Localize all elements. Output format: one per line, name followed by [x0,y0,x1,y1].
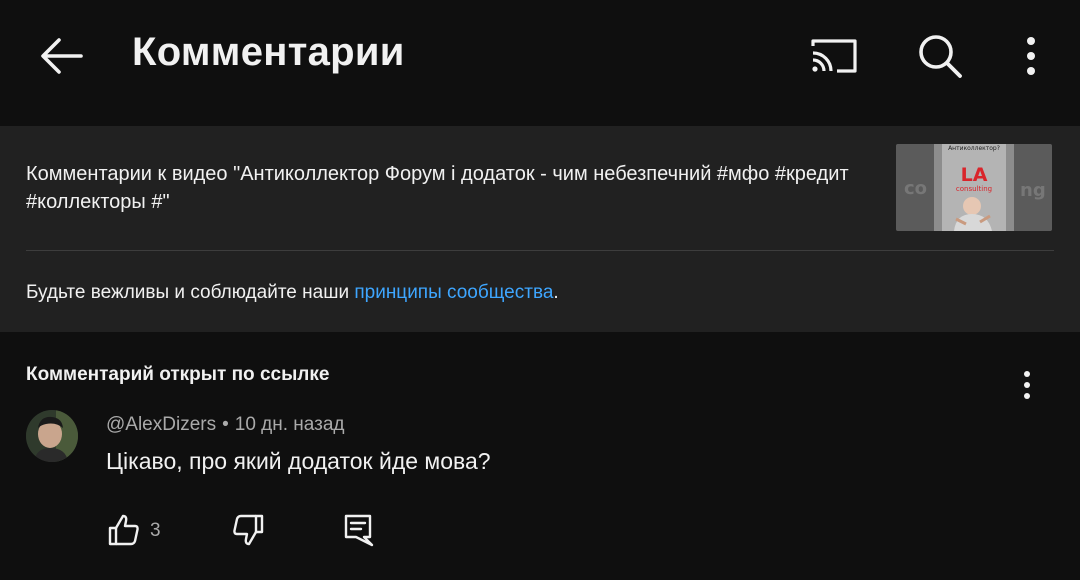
video-caption: Комментарии к видео "Антиколлектор Форум… [26,163,849,213]
thumbnail-image: Антиколлектор? LA consulting co ng [896,144,1052,231]
more-vert-icon [1027,37,1035,75]
top-app-bar: Комментарии [0,0,1080,126]
guidelines-suffix: . [553,282,559,303]
search-icon [919,35,962,78]
svg-text:ng: ng [1020,180,1046,201]
divider [26,250,1054,251]
more-vert-icon [1024,371,1030,399]
arrow-left-icon [41,38,83,74]
svg-text:co: co [904,178,927,199]
meta-separator: • [222,414,229,435]
community-guidelines-text: Будьте вежливы и соблюдайте наши принцип… [26,282,559,304]
reply-button[interactable] [338,510,378,550]
cast-icon [811,39,857,73]
thumbnail-sub-text: consulting [956,185,992,193]
cast-button[interactable] [802,28,866,84]
comment-time: 10 дн. назад [234,414,345,435]
dislike-button[interactable] [228,510,268,550]
reply-comment-icon [344,514,374,547]
page-title: Комментарии [132,30,405,74]
thumbnail-logo: LA [961,164,988,186]
avatar[interactable] [26,410,78,462]
community-guidelines-link[interactable]: принципы сообщества [354,282,553,303]
like-button[interactable] [104,510,144,550]
thumbnail-top-text: Антиколлектор? [948,145,1000,152]
back-button[interactable] [26,24,96,88]
comment-text: Цікаво, про який додаток йде мова? [106,448,491,474]
guidelines-prefix: Будьте вежливы и соблюдайте наши [26,282,355,303]
comment-more-button[interactable] [1010,368,1044,402]
like-count: 3 [150,520,161,541]
thumbs-down-icon [233,514,264,546]
comment-meta: @AlexDizers • 10 дн. назад [106,414,345,436]
video-thumbnail[interactable]: Антиколлектор? LA consulting co ng [896,144,1052,231]
linked-comment-label: Комментарий открыт по ссылке [26,364,330,385]
more-options-button[interactable] [1004,26,1058,86]
search-button[interactable] [908,26,972,86]
thumbs-up-icon [108,514,139,546]
avatar-image [26,410,78,462]
comment-author[interactable]: @AlexDizers [106,414,216,435]
